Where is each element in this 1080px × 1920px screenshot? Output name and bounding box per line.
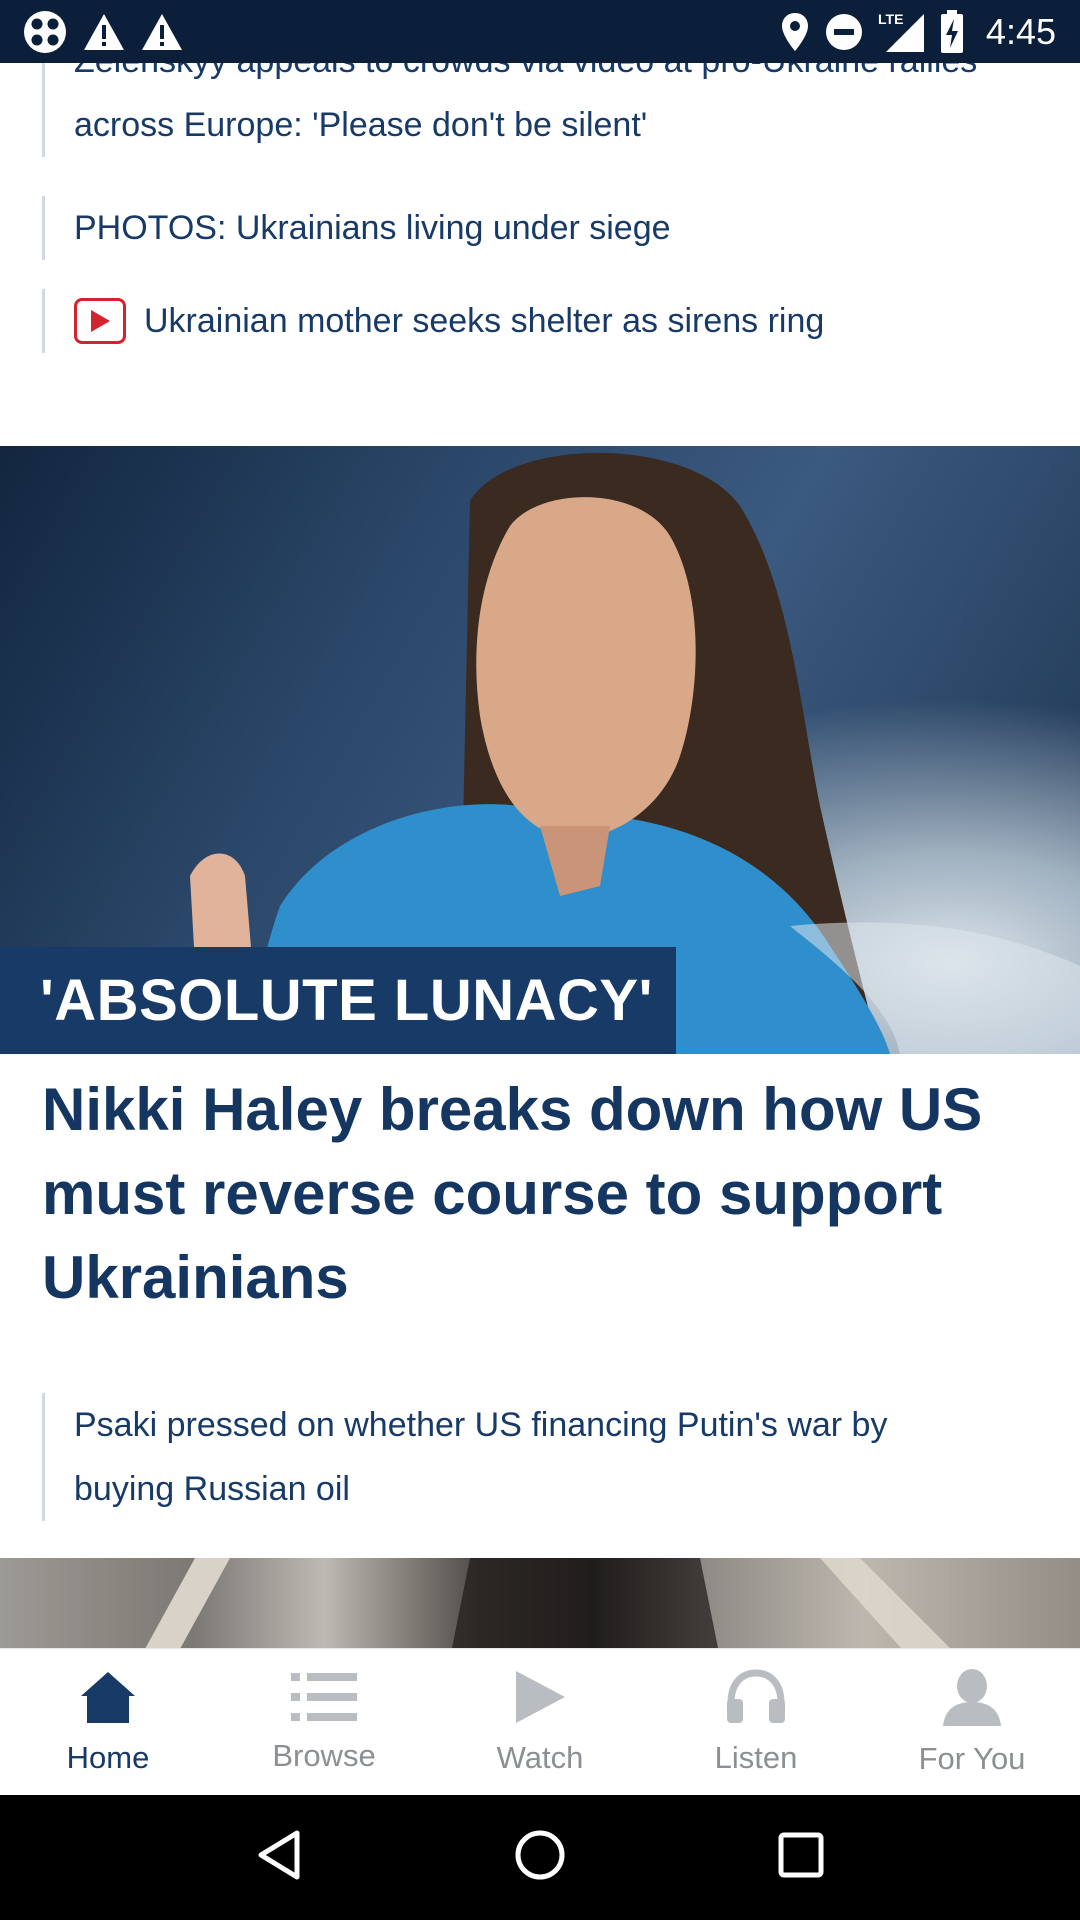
news-feed[interactable]: Zelenskyy appeals to crowds via video at…	[0, 63, 1080, 1648]
home-icon	[78, 1669, 138, 1730]
nav-home[interactable]: Home	[0, 1649, 216, 1795]
related-link-zelenskyy[interactable]: Zelenskyy appeals to crowds via video at…	[42, 63, 982, 157]
nav-watch[interactable]: Watch	[432, 1649, 648, 1795]
list-icon	[291, 1671, 357, 1728]
bottom-navigation: Home Browse Watch Listen For You	[0, 1648, 1080, 1795]
nav-label: Home	[66, 1739, 150, 1775]
related-link-text: Psaki pressed on whether US financing Pu…	[74, 1406, 888, 1508]
nav-for-you[interactable]: For You	[864, 1649, 1080, 1795]
status-right-icons: LTE 4:45	[780, 9, 1056, 54]
nav-label: For You	[918, 1740, 1026, 1776]
video-play-icon	[74, 298, 126, 344]
back-button[interactable]	[255, 1829, 303, 1886]
story-headline[interactable]: Nikki Haley breaks down how US must reve…	[42, 1068, 1042, 1320]
nav-label: Watch	[496, 1739, 584, 1775]
related-link-psaki[interactable]: Psaki pressed on whether US financing Pu…	[42, 1393, 982, 1521]
battery-charging-icon	[940, 9, 964, 54]
related-link-photos[interactable]: PHOTOS: Ukrainians living under siege	[42, 196, 671, 260]
warning-icon	[140, 12, 184, 52]
person-icon	[941, 1668, 1003, 1731]
warning-icon	[82, 12, 126, 52]
story-tag: 'ABSOLUTE LUNACY'	[0, 947, 676, 1054]
headphones-icon	[725, 1668, 787, 1730]
location-icon	[780, 12, 810, 52]
nav-label: Browse	[272, 1737, 376, 1773]
related-link-text: PHOTOS: Ukrainians living under siege	[74, 209, 671, 247]
related-link-text: Ukrainian mother seeks shelter as sirens…	[144, 302, 825, 340]
next-story-photo	[145, 1558, 950, 1648]
next-story-image[interactable]	[0, 1558, 1080, 1648]
recents-button[interactable]	[777, 1831, 825, 1884]
home-button[interactable]	[514, 1829, 566, 1886]
signal-icon: LTE	[878, 10, 926, 54]
system-navigation-bar	[0, 1795, 1080, 1920]
network-type: LTE	[878, 11, 903, 27]
app-notification-icon	[22, 9, 68, 55]
status-left-icons	[22, 9, 184, 55]
play-icon	[513, 1669, 567, 1730]
clock: 4:45	[985, 10, 1056, 52]
story-hero-image[interactable]: 'ABSOLUTE LUNACY'	[0, 446, 1080, 1054]
nav-label: Listen	[714, 1739, 798, 1775]
do-not-disturb-icon	[824, 12, 864, 52]
related-link-video[interactable]: Ukrainian mother seeks shelter as sirens…	[42, 289, 824, 353]
nav-listen[interactable]: Listen	[648, 1649, 864, 1795]
status-bar: LTE 4:45	[0, 0, 1080, 63]
nav-browse[interactable]: Browse	[216, 1649, 432, 1795]
related-link-text: Zelenskyy appeals to crowds via video at…	[74, 63, 977, 144]
